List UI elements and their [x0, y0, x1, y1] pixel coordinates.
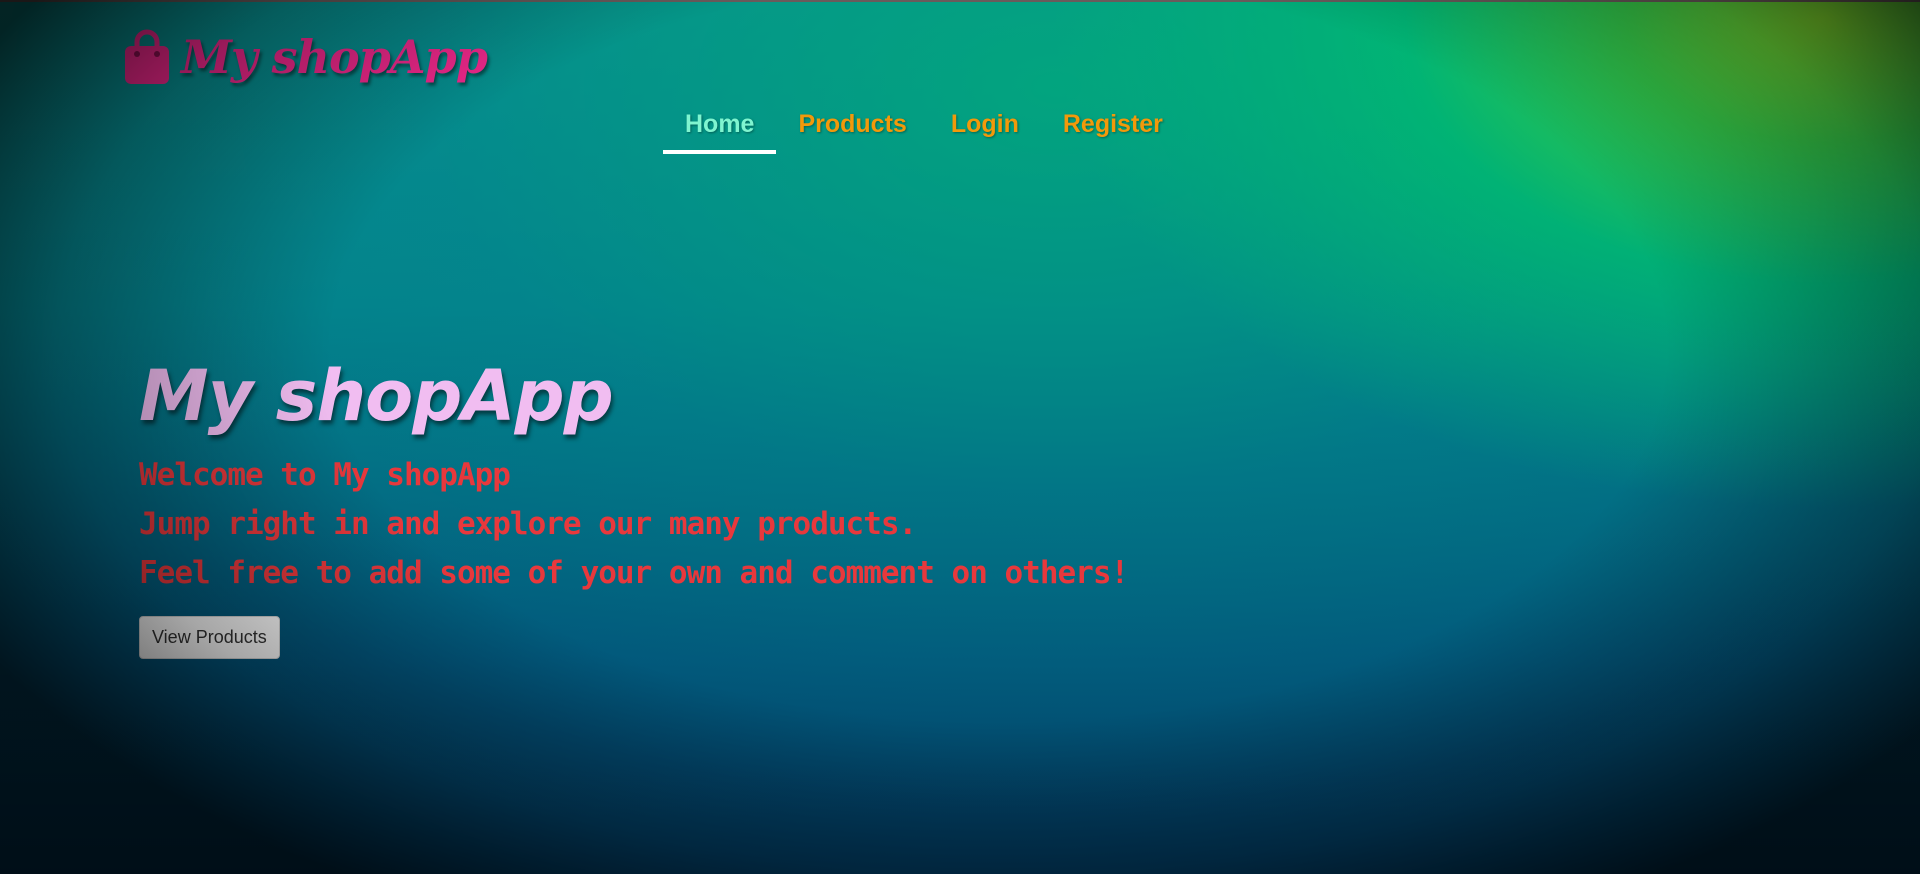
brand-logo[interactable]: My shopApp	[123, 28, 488, 86]
view-products-button[interactable]: View Products	[139, 616, 280, 659]
hero-text: Welcome to My shopApp Jump right in and …	[139, 451, 1129, 598]
main-nav: Home Products Login Register	[663, 106, 1185, 154]
hero-explore-line: Jump right in and explore our many produ…	[139, 506, 917, 542]
nav-register[interactable]: Register	[1041, 106, 1185, 154]
top-border	[0, 0, 1920, 2]
nav-home[interactable]: Home	[663, 100, 777, 154]
brand-name: My shopApp	[181, 30, 488, 84]
nav-products[interactable]: Products	[776, 106, 928, 154]
hero-title: My shopApp	[139, 355, 614, 437]
shopping-bag-icon	[125, 29, 169, 84]
hero-section: My shopApp Welcome to My shopApp Jump ri…	[139, 355, 1129, 659]
hero-contribute-line: Feel free to add some of your own and co…	[139, 555, 1129, 591]
hero-welcome-line: Welcome to My shopApp	[139, 457, 511, 493]
nav-login[interactable]: Login	[929, 106, 1041, 154]
